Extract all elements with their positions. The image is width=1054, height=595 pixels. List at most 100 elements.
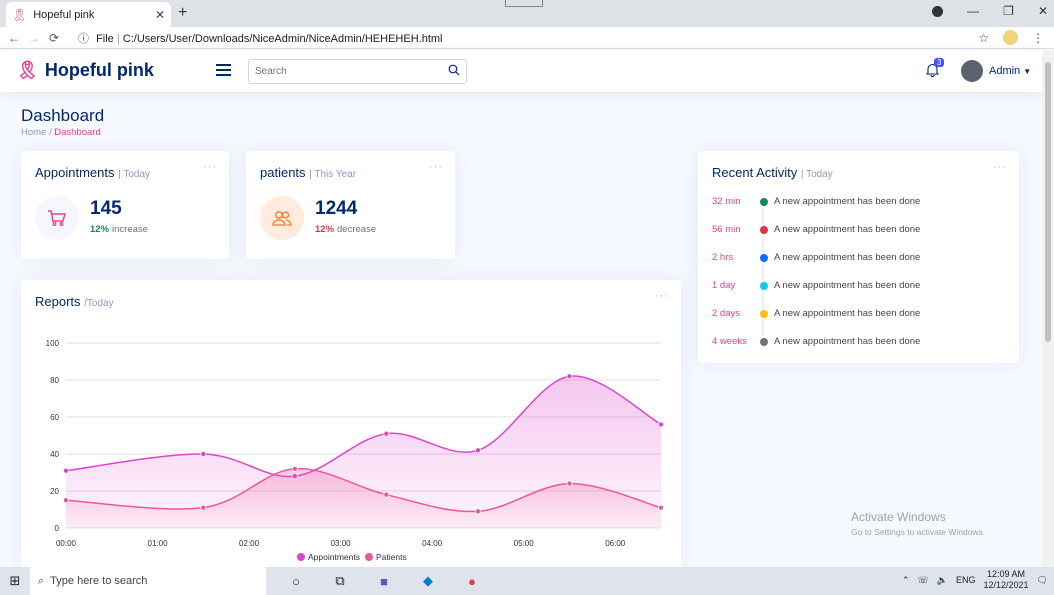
data-point <box>658 504 665 511</box>
url-field[interactable]: ⓘ File | C:/Users/User/Downloads/NiceAdm… <box>78 30 442 46</box>
tab-close-icon[interactable]: ✕ <box>155 8 165 22</box>
menu-kebab-icon[interactable]: ⋮ <box>1032 31 1044 45</box>
data-point <box>383 430 390 437</box>
x-tick-label: 03:00 <box>331 539 352 548</box>
close-window-button[interactable]: ✕ <box>1038 4 1048 18</box>
user-menu[interactable]: Admin ▼ <box>961 60 1031 82</box>
activity-dot <box>760 309 768 318</box>
activity-text: A new appointment has been done <box>774 224 921 235</box>
vscode-icon[interactable]: ◆ <box>414 573 442 589</box>
search-input[interactable]: Search <box>248 59 467 84</box>
appointments-change: 12% increase <box>90 224 148 235</box>
breadcrumb-home[interactable]: Home <box>21 127 46 138</box>
card-title: Appointments | Today <box>35 165 151 180</box>
activity-item: 32 min A new appointment has been done <box>712 196 920 207</box>
cortana-icon[interactable]: ○ <box>282 574 310 589</box>
brand-logo[interactable]: 🎗 Hopeful pink <box>16 60 154 81</box>
search-icon[interactable] <box>448 64 460 79</box>
user-name: Admin <box>989 65 1021 77</box>
minimize-button[interactable]: — <box>967 4 979 18</box>
activity-item: 56 min A new appointment has been done <box>712 224 920 235</box>
more-options-icon[interactable]: ··· <box>429 161 443 173</box>
clock[interactable]: 12:09 AM 12/12/2021 <box>984 569 1029 591</box>
page-scrollbar[interactable] <box>1042 50 1054 567</box>
reports-card: Reports /Today ··· 0 20 40 60 80 100 00:00 01:0… <box>21 280 681 570</box>
data-point <box>63 467 70 474</box>
new-tab-button[interactable]: + <box>178 4 187 22</box>
legend-label: Patients <box>376 552 407 562</box>
tab-title: Hopeful pink <box>33 8 95 21</box>
caret-down-icon: ▼ <box>1023 66 1032 76</box>
activity-item: 2 hrs A new appointment has been done <box>712 252 920 263</box>
legend-marker <box>297 553 305 561</box>
network-icon[interactable]: ☏ <box>918 575 929 586</box>
data-point <box>566 480 573 487</box>
activity-time: 56 min <box>712 224 741 235</box>
url-prefix: File <box>96 32 114 45</box>
activity-text: A new appointment has been done <box>774 280 921 291</box>
activity-time: 2 hrs <box>712 252 734 263</box>
notification-badge: 3 <box>934 58 945 67</box>
hamburger-menu-icon[interactable] <box>216 64 231 76</box>
restore-button[interactable]: ❐ <box>1003 4 1014 18</box>
window-drag-handle[interactable] <box>505 0 543 7</box>
browser-tabbar: 🎗 Hopeful pink ✕ + — ❐ ✕ <box>0 0 1054 27</box>
recent-activity-card: Recent Activity | Today ··· 32 min A new … <box>698 151 1019 363</box>
y-tick-label: 40 <box>50 450 59 459</box>
avatar <box>961 60 983 82</box>
patients-value: 1244 <box>315 198 358 219</box>
windows-taskbar: ⊞ ⌕ Type here to search ○ ⧉ ■ ◆ ● ⌃ ☏ 🔈 … <box>0 567 1054 595</box>
card-title: patients | This Year <box>260 165 357 180</box>
chrome-profile-icon[interactable] <box>932 5 944 17</box>
data-point <box>658 421 665 428</box>
data-point <box>383 491 390 498</box>
x-tick-label: 05:00 <box>514 539 535 548</box>
windows-start-icon[interactable]: ⊞ <box>0 573 30 589</box>
x-tick-label: 00:00 <box>56 539 77 548</box>
activity-item: 2 days A new appointment has been done <box>712 308 920 319</box>
y-tick-label: 20 <box>50 487 59 496</box>
activity-dot <box>760 197 768 206</box>
data-point <box>291 465 298 472</box>
ribbon-icon: 🎗 <box>16 60 39 80</box>
y-tick-label: 0 <box>55 524 60 533</box>
activity-item: 1 day A new appointment has been done <box>712 280 920 291</box>
profile-avatar-icon[interactable] <box>1003 30 1018 45</box>
data-point <box>474 447 481 454</box>
x-tick-label: 02:00 <box>239 539 260 548</box>
y-tick-label: 80 <box>50 376 59 385</box>
activity-dot <box>760 225 768 234</box>
reports-chart: 0 20 40 60 80 100 00:00 01:00 02:00 03:00 04:00 05:… <box>46 339 665 562</box>
chevron-up-icon[interactable]: ⌃ <box>902 575 910 586</box>
x-tick-label: 01:00 <box>148 539 169 548</box>
activity-text: A new appointment has been done <box>774 196 921 207</box>
notifications-icon[interactable]: 🗨 <box>1037 575 1048 586</box>
activity-text: A new appointment has been done <box>774 308 921 319</box>
more-options-icon[interactable]: ··· <box>203 161 217 173</box>
forward-icon[interactable]: → <box>24 31 44 45</box>
scrollbar-thumb[interactable] <box>1045 62 1051 342</box>
x-tick-label: 06:00 <box>605 539 626 548</box>
data-point <box>200 504 207 511</box>
cart-icon <box>35 196 79 240</box>
back-icon[interactable]: ← <box>4 31 24 45</box>
activity-item: 4 weeks A new appointment has been done <box>712 336 920 347</box>
people-icon <box>260 196 304 240</box>
reload-icon[interactable]: ⟳ <box>44 31 64 45</box>
patients-change: 12% decrease <box>315 224 377 235</box>
search-icon: ⌕ <box>38 574 45 587</box>
taskbar-search-input[interactable]: ⌕ Type here to search <box>30 567 266 595</box>
chrome-icon[interactable]: ● <box>458 574 486 589</box>
volume-icon[interactable]: 🔈 <box>937 575 948 586</box>
ribbon-icon: 🎗 <box>12 7 28 22</box>
bookmark-star-icon[interactable]: ☆ <box>978 31 989 45</box>
browser-tab[interactable]: 🎗 Hopeful pink ✕ <box>6 2 171 27</box>
more-options-icon[interactable]: ··· <box>993 161 1007 173</box>
legend-label: Appointments <box>308 552 360 562</box>
address-bar: ← → ⟳ ⓘ File | C:/Users/User/Downloads/N… <box>0 27 1054 49</box>
teams-icon[interactable]: ■ <box>370 574 398 589</box>
window-controls: — ❐ ✕ <box>932 4 1048 18</box>
breadcrumb: Home / Dashboard <box>21 127 101 138</box>
language-indicator[interactable]: ENG <box>956 575 976 585</box>
task-view-icon[interactable]: ⧉ <box>326 573 354 589</box>
